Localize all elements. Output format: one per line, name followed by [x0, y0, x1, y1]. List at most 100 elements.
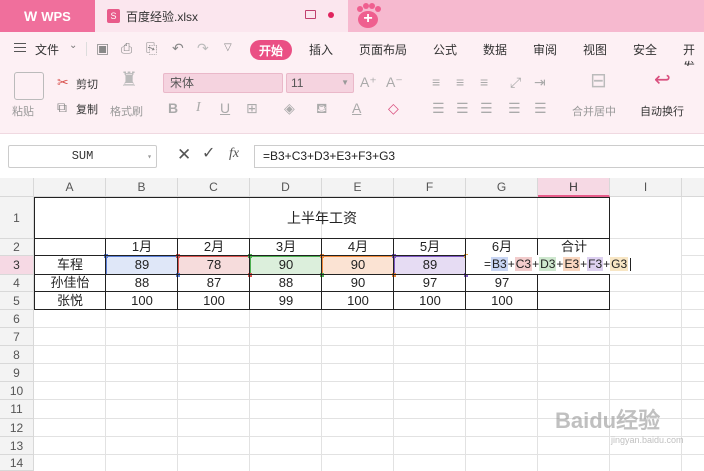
- value-cell-f3[interactable]: 89: [394, 256, 466, 274]
- row-header-10[interactable]: 10: [0, 382, 34, 400]
- column-header-d[interactable]: D: [250, 178, 322, 197]
- increase-font-icon[interactable]: A⁺: [360, 75, 377, 89]
- scissors-icon[interactable]: ✂: [57, 75, 69, 89]
- value-cell-d3[interactable]: 90: [250, 256, 322, 274]
- font-color-icon[interactable]: A: [352, 101, 361, 115]
- font-size-select[interactable]: 11 ▼: [286, 73, 354, 93]
- value-cell-b5[interactable]: 100: [106, 292, 178, 309]
- copy-icon[interactable]: ⧉: [57, 100, 67, 114]
- name-cell-a4[interactable]: 孙佳怡: [35, 275, 105, 291]
- row-header-9[interactable]: 9: [0, 364, 34, 382]
- font-name-select[interactable]: 宋体: [163, 73, 283, 93]
- chevron-down-icon[interactable]: ⌄: [69, 40, 77, 51]
- row-header-2[interactable]: 2: [0, 239, 34, 256]
- wrap-text-button[interactable]: 自动换行: [640, 103, 684, 119]
- copy-button[interactable]: 复制: [76, 101, 98, 117]
- value-cell-c4[interactable]: 87: [178, 275, 250, 291]
- name-cell-a5[interactable]: 张悦: [35, 292, 105, 309]
- value-cell-c3[interactable]: 78: [178, 256, 250, 274]
- merge-center-button[interactable]: 合并居中: [572, 103, 616, 119]
- header-cell-b2[interactable]: 1月: [106, 239, 178, 255]
- tab-formulas[interactable]: 公式: [433, 41, 457, 58]
- hamburger-menu-icon[interactable]: [14, 43, 26, 52]
- value-cell-b4[interactable]: 88: [106, 275, 178, 291]
- undo-icon[interactable]: ↶: [172, 41, 184, 55]
- value-cell-e4[interactable]: 90: [322, 275, 394, 291]
- file-menu[interactable]: 文件: [35, 41, 59, 58]
- bold-icon[interactable]: B: [168, 101, 178, 115]
- justify-icon[interactable]: ☰: [508, 101, 521, 115]
- bucket-icon[interactable]: ⛾: [316, 101, 327, 115]
- row-header-8[interactable]: 8: [0, 346, 34, 364]
- row-header-13[interactable]: 13: [0, 437, 34, 455]
- value-cell-f5[interactable]: 100: [394, 292, 466, 309]
- align-center-icon[interactable]: ☰: [456, 101, 469, 115]
- in-cell-formula-editor[interactable]: =B3+C3+D3+E3+F3+G3: [466, 255, 681, 274]
- unsaved-dot-icon[interactable]: [328, 12, 334, 18]
- header-cell-d2[interactable]: 3月: [250, 239, 322, 255]
- value-cell-g4[interactable]: 97: [466, 275, 538, 291]
- header-cell-c2[interactable]: 2月: [178, 239, 250, 255]
- tab-security[interactable]: 安全: [633, 41, 657, 58]
- sheet-title-cell[interactable]: 上半年工资: [35, 198, 609, 238]
- file-tab[interactable]: S 百度经验.xlsx: [95, 0, 348, 32]
- align-middle-icon[interactable]: ≡: [456, 75, 464, 89]
- header-cell-h2[interactable]: 合计: [538, 239, 610, 255]
- tab-review[interactable]: 审阅: [533, 41, 557, 58]
- value-cell-g5[interactable]: 100: [466, 292, 538, 309]
- decrease-font-icon[interactable]: A⁻: [386, 75, 403, 89]
- clear-icon[interactable]: ◇: [388, 101, 399, 115]
- column-header-j[interactable]: [682, 178, 704, 197]
- print-preview-icon[interactable]: ⎘: [146, 41, 157, 55]
- paste-icon[interactable]: [14, 72, 44, 100]
- wps-home-tab[interactable]: W WPS: [0, 0, 95, 32]
- cancel-icon[interactable]: ✕: [177, 146, 191, 164]
- row-header-1[interactable]: 1: [0, 197, 34, 239]
- value-cell-f4[interactable]: 97: [394, 275, 466, 291]
- format-painter-button[interactable]: 格式刷: [110, 103, 143, 119]
- tab-view[interactable]: 视图: [583, 41, 607, 58]
- spreadsheet-grid[interactable]: A B C D E F G H I 1 2 3 4 5 6 7 8 9 10 1…: [0, 178, 704, 471]
- align-top-icon[interactable]: ≡: [432, 75, 440, 89]
- column-header-e[interactable]: E: [322, 178, 394, 197]
- value-cell-e5[interactable]: 100: [322, 292, 394, 309]
- indent-icon[interactable]: ⇥: [534, 75, 546, 89]
- row-header-3[interactable]: 3: [0, 256, 34, 275]
- name-box[interactable]: SUM ▾: [8, 145, 157, 168]
- monitor-icon[interactable]: [305, 10, 316, 19]
- cut-button[interactable]: 剪切: [76, 76, 98, 92]
- tab-insert[interactable]: 插入: [309, 41, 333, 58]
- header-cell-g2[interactable]: 6月: [466, 239, 538, 255]
- redo-icon[interactable]: ↷: [197, 41, 209, 55]
- row-header-12[interactable]: 12: [0, 419, 34, 437]
- tab-page-layout[interactable]: 页面布局: [359, 41, 407, 58]
- value-cell-c5[interactable]: 100: [178, 292, 250, 309]
- value-cell-d5[interactable]: 99: [250, 292, 322, 309]
- quick-access-dropdown-icon[interactable]: ▽: [224, 41, 232, 55]
- merge-cells-icon[interactable]: ⊟: [590, 71, 607, 91]
- align-bottom-icon[interactable]: ≡: [480, 75, 488, 89]
- save-icon[interactable]: ▣: [96, 41, 109, 55]
- row-header-7[interactable]: 7: [0, 328, 34, 346]
- column-header-i[interactable]: I: [610, 178, 682, 197]
- fill-color-icon[interactable]: ◈: [284, 101, 295, 115]
- align-right-icon[interactable]: ☰: [480, 101, 493, 115]
- underline-icon[interactable]: U: [220, 101, 230, 115]
- row-header-11[interactable]: 11: [0, 400, 34, 419]
- value-cell-e3[interactable]: 90: [322, 256, 394, 274]
- print-icon[interactable]: ⎙: [121, 41, 132, 55]
- column-header-f[interactable]: F: [394, 178, 466, 197]
- header-cell-e2[interactable]: 4月: [322, 239, 394, 255]
- row-header-5[interactable]: 5: [0, 292, 34, 310]
- value-cell-b3[interactable]: 89: [106, 256, 178, 274]
- row-header-14[interactable]: 14: [0, 455, 34, 471]
- tab-data[interactable]: 数据: [483, 41, 507, 58]
- header-cell-f2[interactable]: 5月: [394, 239, 466, 255]
- name-cell-a3[interactable]: 车程: [35, 256, 105, 274]
- italic-icon[interactable]: I: [196, 101, 201, 115]
- column-header-b[interactable]: B: [106, 178, 178, 197]
- borders-icon[interactable]: ⊞: [246, 101, 258, 115]
- rotate-text-icon[interactable]: ⤢: [510, 75, 521, 89]
- column-header-c[interactable]: C: [178, 178, 250, 197]
- value-cell-d4[interactable]: 88: [250, 275, 322, 291]
